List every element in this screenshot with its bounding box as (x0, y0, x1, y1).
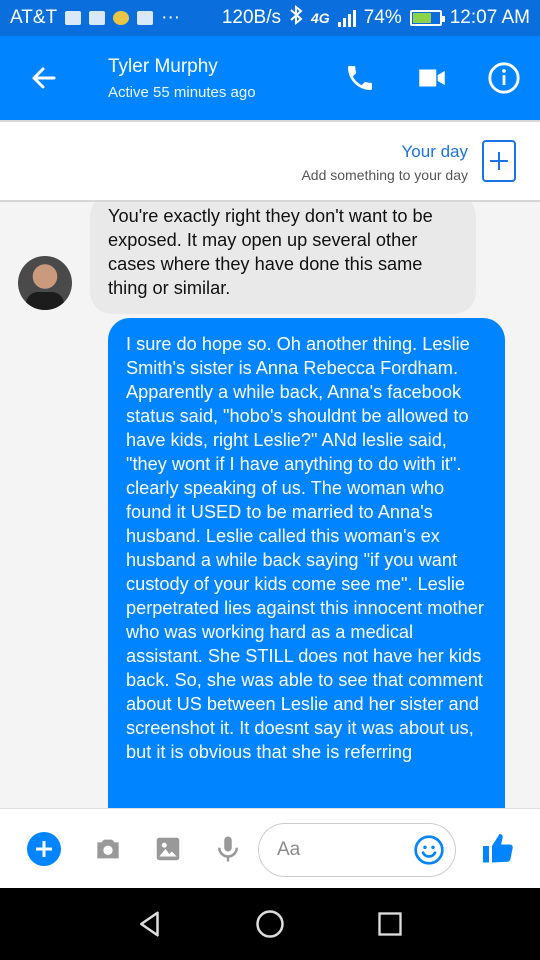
info-icon (488, 62, 520, 94)
plus-icon (27, 832, 61, 866)
message-input[interactable] (277, 837, 407, 863)
more-actions-button[interactable] (24, 829, 64, 869)
bluetooth-icon (289, 4, 303, 31)
your-day-banner[interactable]: Your day Add something to your day (0, 120, 540, 202)
nav-back-button[interactable] (130, 904, 170, 944)
square-recents-icon (378, 912, 402, 936)
settings-notification-icon (137, 11, 154, 25)
your-day-title: Your day (401, 142, 468, 161)
message-composer (0, 808, 540, 888)
network-speed: 120B/s (221, 7, 281, 28)
gallery-button[interactable] (148, 829, 188, 869)
incoming-message[interactable]: You're exactly right they don't want to … (90, 202, 476, 314)
triangle-back-icon (140, 911, 159, 937)
contact-info[interactable]: Tyler Murphy Active 55 minutes ago (108, 56, 256, 101)
battery-percent: 74% (363, 7, 402, 28)
thumbs-up-icon (483, 834, 513, 863)
circle-home-icon (256, 910, 284, 938)
clock: 12:07 AM (449, 7, 530, 28)
info-button[interactable] (484, 58, 524, 98)
call-button[interactable] (340, 58, 380, 98)
image-icon (156, 837, 180, 861)
message-input-wrapper[interactable] (258, 823, 456, 877)
video-camera-icon (419, 69, 445, 87)
microphone-icon (218, 836, 238, 862)
status-bar: AT&T ··· 120B/s 4G 74% 12:07 AM (0, 0, 540, 36)
message-thread[interactable]: You're exactly right they don't want to … (0, 202, 540, 808)
nav-recents-button[interactable] (370, 904, 410, 944)
nav-home-button[interactable] (250, 904, 290, 944)
system-navigation-bar (0, 888, 540, 960)
notification-icon (65, 11, 82, 25)
avatar[interactable] (18, 256, 72, 310)
back-button[interactable] (24, 58, 64, 98)
phone-icon (348, 66, 372, 90)
arrow-left-icon (32, 67, 56, 89)
emoji-icon[interactable] (413, 834, 445, 866)
like-button[interactable] (478, 829, 518, 869)
network-type: 4G (311, 10, 330, 26)
camera-icon (97, 839, 119, 859)
contact-name: Tyler Murphy (108, 56, 218, 77)
add-to-day-button[interactable] (482, 140, 516, 182)
battery-icon (409, 10, 445, 26)
voice-clip-button[interactable] (208, 829, 248, 869)
presence-status: Active 55 minutes ago (108, 84, 256, 101)
gallery-notification-icon (89, 11, 106, 25)
more-notifications-label: ··· (161, 7, 181, 28)
camera-button[interactable] (88, 829, 128, 869)
video-call-button[interactable] (412, 58, 452, 98)
outgoing-message[interactable]: I sure do hope so. Oh another thing. Les… (108, 318, 505, 808)
your-day-subtitle: Add something to your day (301, 167, 468, 183)
app-notification-icon (113, 11, 130, 25)
signal-icon (337, 9, 356, 27)
conversation-header: Tyler Murphy Active 55 minutes ago (0, 36, 540, 120)
carrier-label: AT&T (10, 7, 58, 28)
